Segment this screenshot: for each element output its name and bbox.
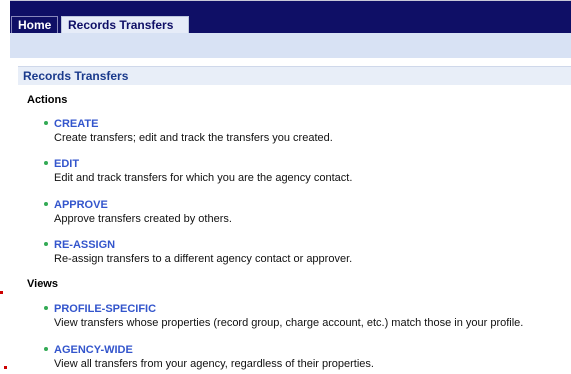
profile-specific-description: View transfers whose properties (record … (54, 317, 524, 329)
bullet-icon (44, 347, 48, 351)
top-nav-bar: Home Records Transfers (10, 0, 571, 34)
bullet-icon (44, 306, 48, 310)
create-description: Create transfers; edit and track the tra… (54, 132, 333, 144)
bullet-icon (44, 202, 48, 206)
bullet-icon (44, 121, 48, 125)
section-heading-views: Views (27, 278, 58, 290)
sub-nav-bar (10, 33, 571, 58)
agency-wide-description: View all transfers from your agency, reg… (54, 358, 374, 370)
edge-marker (4, 366, 7, 369)
approve-description: Approve transfers created by others. (54, 213, 232, 225)
panel-title: Records Transfers (18, 66, 571, 85)
bullet-icon (44, 161, 48, 165)
bullet-icon (44, 242, 48, 246)
tab-records-transfers[interactable]: Records Transfers (61, 16, 189, 34)
edit-link[interactable]: EDIT (54, 158, 79, 170)
edit-description: Edit and track transfers for which you a… (54, 172, 353, 184)
agency-wide-link[interactable]: AGENCY-WIDE (54, 344, 133, 356)
section-heading-actions: Actions (27, 94, 68, 106)
reassign-description: Re-assign transfers to a different agenc… (54, 253, 353, 265)
approve-link[interactable]: APPROVE (54, 199, 108, 211)
profile-specific-link[interactable]: PROFILE-SPECIFIC (54, 303, 156, 315)
reassign-link[interactable]: RE-ASSIGN (54, 239, 115, 251)
create-link[interactable]: CREATE (54, 118, 98, 130)
edge-marker (0, 291, 3, 294)
tab-home[interactable]: Home (11, 16, 59, 34)
